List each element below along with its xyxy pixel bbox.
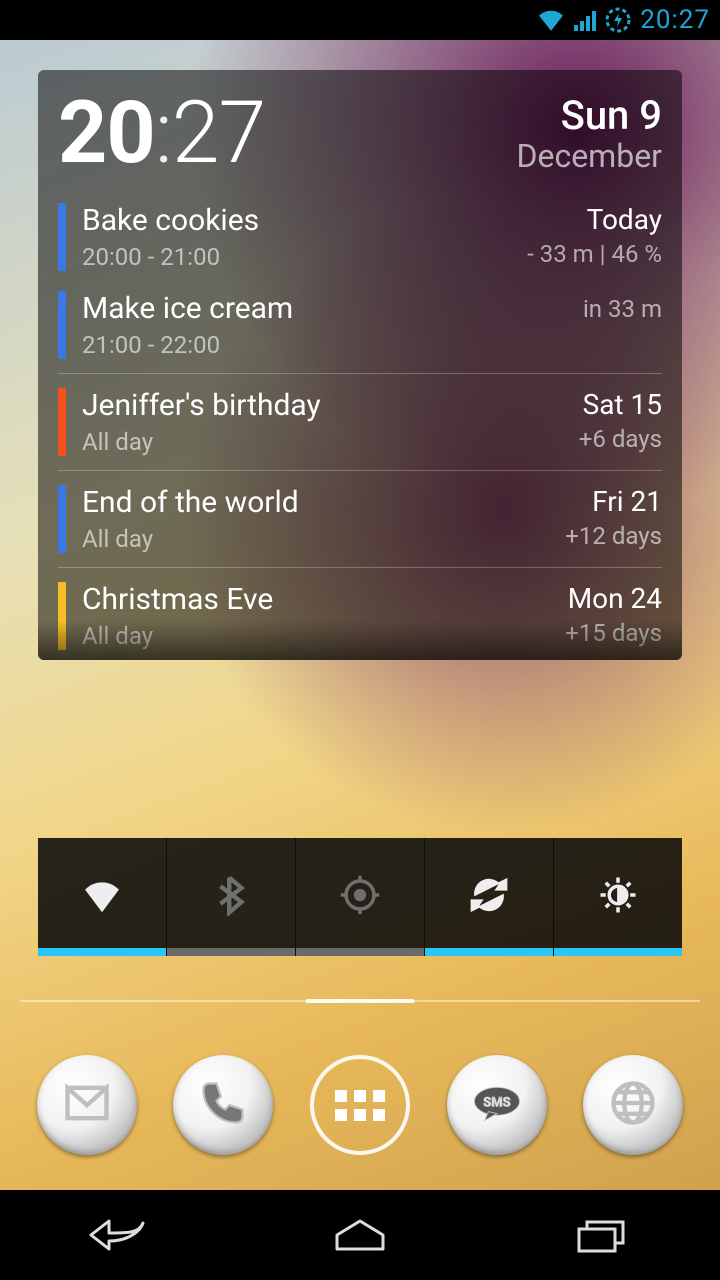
event-row[interactable]: Christmas Eve All dayMon 24 +15 days bbox=[58, 572, 662, 660]
event-color-bar bbox=[58, 203, 66, 271]
event-color-bar bbox=[58, 291, 66, 359]
event-row[interactable]: Make ice cream 21:00 - 22:00in 33 m bbox=[58, 281, 662, 369]
event-row[interactable]: Jeniffer's birthday All daySat 15 +6 days bbox=[58, 378, 662, 466]
wifi-icon bbox=[81, 874, 123, 920]
event-time: 21:00 - 22:00 bbox=[82, 331, 583, 359]
time-hours: 20 bbox=[58, 82, 155, 183]
cell-signal-icon bbox=[572, 9, 596, 31]
event-countdown: +12 days bbox=[565, 522, 662, 550]
widget-header[interactable]: 20:27 Sun 9 December bbox=[58, 86, 662, 193]
event-title: Christmas Eve bbox=[82, 582, 565, 618]
event-row[interactable]: Bake cookies 20:00 - 21:00Today - 33 m | 4… bbox=[58, 193, 662, 281]
event-title: End of the world bbox=[82, 485, 565, 521]
bluetooth-toggle[interactable] bbox=[167, 838, 296, 956]
recent-apps-button[interactable] bbox=[540, 1205, 660, 1265]
event-time: All day bbox=[82, 525, 565, 553]
toggle-indicator bbox=[296, 948, 424, 956]
svg-text:SMS: SMS bbox=[483, 1095, 510, 1110]
event-date: Fri 21 bbox=[565, 485, 662, 518]
event-list[interactable]: Bake cookies 20:00 - 21:00Today - 33 m | 4… bbox=[58, 193, 662, 660]
event-title: Make ice cream bbox=[82, 291, 583, 327]
event-time: All day bbox=[82, 622, 565, 650]
gps-toggle[interactable] bbox=[296, 838, 425, 956]
battery-charging-icon bbox=[604, 6, 632, 34]
navigation-bar bbox=[0, 1190, 720, 1280]
sync-icon bbox=[468, 874, 510, 920]
brightness-icon bbox=[597, 874, 639, 920]
apps-icon bbox=[335, 1090, 385, 1121]
sync-toggle[interactable] bbox=[425, 838, 554, 956]
home-button[interactable] bbox=[300, 1205, 420, 1265]
toggle-indicator bbox=[38, 948, 166, 956]
page-indicator bbox=[20, 1000, 700, 1002]
date-day: Sun 9 bbox=[516, 92, 662, 139]
globe-icon bbox=[607, 1077, 659, 1133]
time-colon: : bbox=[155, 82, 172, 183]
event-countdown: +15 days bbox=[565, 619, 662, 647]
dock-phone[interactable] bbox=[173, 1055, 273, 1155]
event-countdown: - 33 m | 46 % bbox=[527, 240, 662, 268]
phone-icon bbox=[197, 1077, 249, 1133]
event-time: 20:00 - 21:00 bbox=[82, 243, 527, 271]
dock-sms[interactable]: SMS bbox=[447, 1055, 547, 1155]
back-button[interactable] bbox=[60, 1205, 180, 1265]
toggle-indicator bbox=[425, 948, 553, 956]
toggle-indicator bbox=[167, 948, 295, 956]
brightness-toggle[interactable] bbox=[554, 838, 682, 956]
status-bar: 20:27 bbox=[0, 0, 720, 40]
event-color-bar bbox=[58, 485, 66, 553]
event-time: All day bbox=[82, 428, 579, 456]
wifi-toggle[interactable] bbox=[38, 838, 167, 956]
dock-browser[interactable] bbox=[583, 1055, 683, 1155]
date-month: December bbox=[516, 137, 662, 175]
status-clock: 20:27 bbox=[640, 5, 710, 35]
sms-icon: SMS bbox=[471, 1077, 523, 1133]
gmail-icon bbox=[61, 1077, 113, 1133]
event-color-bar bbox=[58, 582, 66, 650]
toggle-indicator bbox=[554, 948, 682, 956]
widget-time: 20:27 bbox=[58, 92, 265, 174]
event-title: Bake cookies bbox=[82, 203, 527, 239]
event-date: Sat 15 bbox=[579, 388, 662, 421]
event-date: Mon 24 bbox=[565, 582, 662, 615]
event-row[interactable]: End of the world All dayFri 21 +12 days bbox=[58, 475, 662, 563]
gps-icon bbox=[339, 874, 381, 920]
dock-apps[interactable] bbox=[310, 1055, 410, 1155]
dock-gmail[interactable] bbox=[37, 1055, 137, 1155]
time-minutes: 27 bbox=[172, 82, 265, 183]
event-title: Jeniffer's birthday bbox=[82, 388, 579, 424]
power-control-widget bbox=[38, 838, 682, 956]
wifi-icon bbox=[538, 9, 564, 31]
event-countdown: +6 days bbox=[579, 425, 662, 453]
widget-date: Sun 9 December bbox=[516, 92, 662, 175]
event-color-bar bbox=[58, 388, 66, 456]
calendar-widget[interactable]: 20:27 Sun 9 December Bake cookies 20:00 -… bbox=[38, 70, 682, 660]
dock: SMS bbox=[0, 1040, 720, 1170]
event-date: Today bbox=[527, 203, 662, 236]
event-countdown: in 33 m bbox=[583, 295, 662, 323]
bluetooth-icon bbox=[210, 874, 252, 920]
